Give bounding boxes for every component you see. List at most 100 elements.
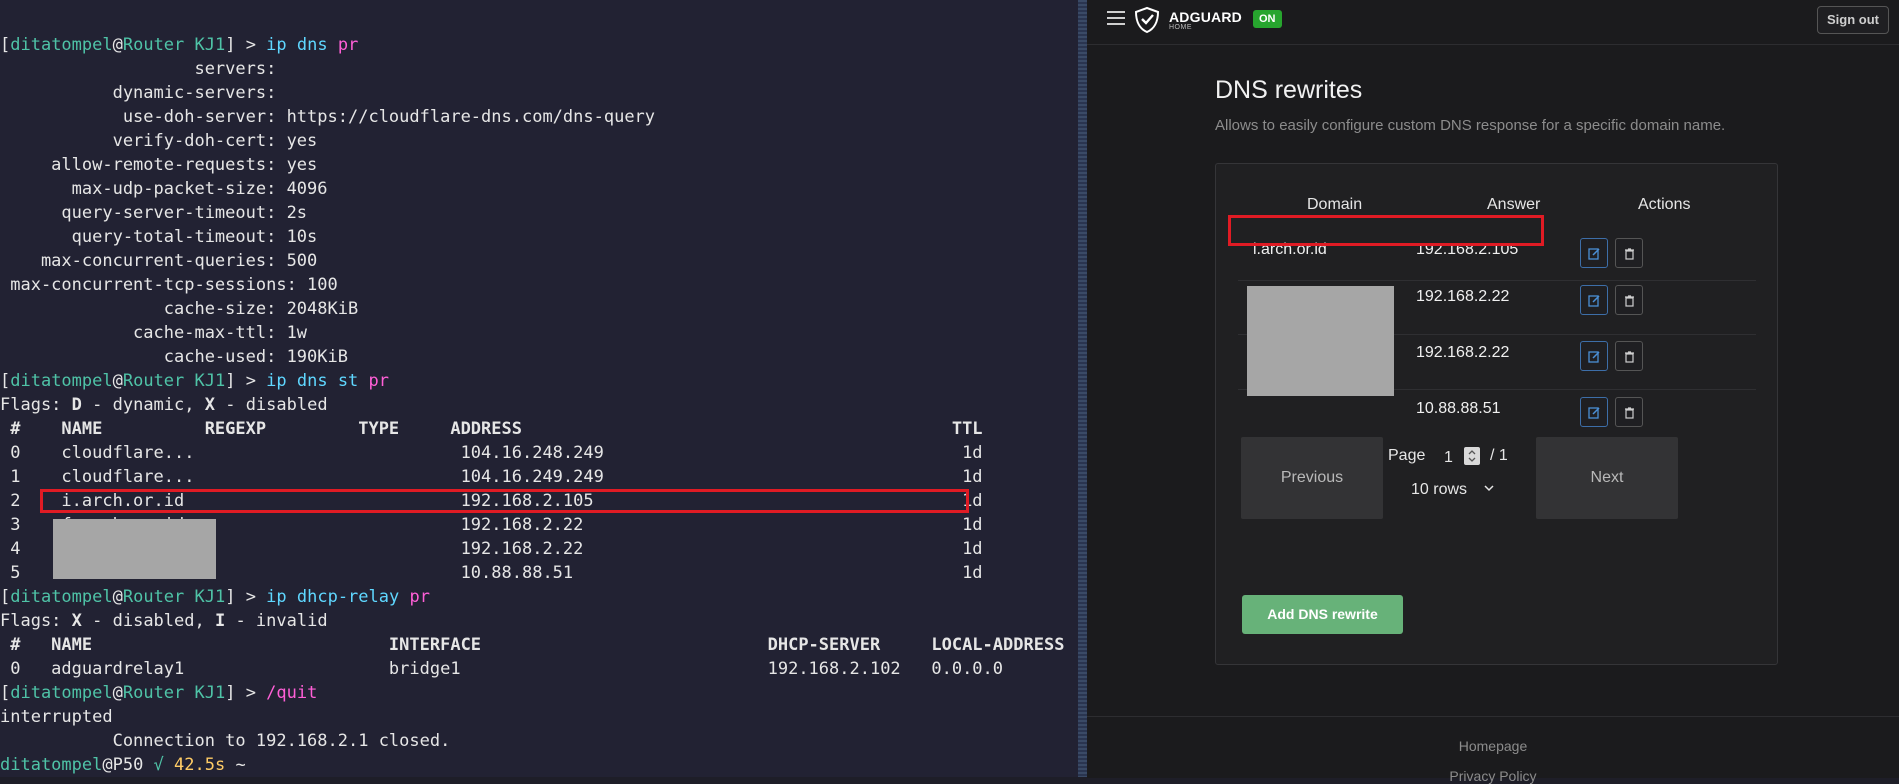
terminal-text: 1 cloudflare... 104.16.249.249 1d [0, 467, 983, 487]
prompt-host: Router KJ1 [122, 35, 226, 55]
terminal-line: dynamic-servers: [0, 81, 277, 105]
terminal-text: cache-used: 190KiB [0, 347, 348, 367]
edit-button[interactable] [1580, 238, 1608, 268]
terminal-line: allow-remote-requests: yes [0, 153, 317, 177]
delete-button[interactable] [1615, 397, 1643, 427]
terminal-line: max-concurrent-queries: 500 [0, 249, 317, 273]
prompt-at: @ [112, 35, 123, 55]
prompt-bracket: [ [0, 371, 11, 391]
terminal-line: Flags: D - dynamic, X - disabled [0, 393, 328, 417]
prompt-bracket: [ [0, 683, 11, 703]
prompt-host: Router KJ1 [122, 683, 226, 703]
terminal-line: max-concurrent-tcp-sessions: 100 [0, 273, 338, 297]
column-header-answer[interactable]: Answer [1487, 196, 1540, 214]
chevron-down-icon [1484, 485, 1495, 492]
edit-icon [1588, 407, 1600, 419]
shell-user: ditatompel [0, 755, 103, 775]
page-spinner[interactable] [1464, 447, 1480, 465]
delete-button[interactable] [1615, 238, 1643, 268]
header: ADGUARD HOME ON Sign out [1087, 0, 1899, 45]
rows-per-page-select[interactable]: 10 rows [1411, 481, 1495, 499]
privacy-policy-link[interactable]: Privacy Policy [1087, 768, 1899, 784]
flag-code: I [214, 611, 226, 631]
shell-status: √ [143, 755, 175, 775]
domain-redaction [1247, 286, 1394, 396]
column-header-domain[interactable]: Domain [1307, 196, 1362, 214]
rewrites-card: Domain Answer Actions i.arch.or.id 192.1… [1215, 163, 1778, 665]
prompt-bracket: [ [0, 35, 11, 55]
flag-description: - disabled, [81, 611, 215, 631]
terminal-text: cache-max-ttl: 1w [0, 323, 308, 343]
prompt-host: Router KJ1 [122, 371, 226, 391]
flag-code: D [71, 395, 82, 415]
terminal-line: query-server-timeout: 2s [0, 201, 307, 225]
terminal-text: max-concurrent-tcp-sessions: 100 [0, 275, 338, 295]
terminal-line: 1 cloudflare... 104.16.249.249 1d [0, 465, 983, 489]
terminal-argument: pr [368, 371, 390, 391]
terminal-line: [ditatompel@Router KJ1] > ip dns pr [0, 33, 358, 57]
prompt-user: ditatompel [10, 35, 113, 55]
menu-icon[interactable] [1107, 11, 1125, 25]
prompt-bracket: [ [0, 587, 11, 607]
footer: Homepage Privacy Policy [1087, 716, 1899, 784]
sign-out-button[interactable]: Sign out [1817, 6, 1889, 34]
terminal-argument: pr [409, 587, 430, 607]
trash-icon [1625, 407, 1634, 419]
prompt-at: @ [112, 371, 123, 391]
homepage-link[interactable]: Homepage [1087, 738, 1899, 754]
page-total: / 1 [1490, 447, 1508, 464]
terminal-text: verify-doh-cert: yes [0, 131, 318, 151]
prompt-user: ditatompel [10, 587, 113, 607]
prompt-tail: ] > [225, 371, 267, 391]
terminal-line: 0 cloudflare... 104.16.248.249 1d [0, 441, 983, 465]
edit-button[interactable] [1580, 341, 1608, 371]
table-row: 10.88.88.51 [1238, 389, 1756, 444]
flag-description: - invalid [225, 611, 328, 631]
terminal-line: [ditatompel@Router KJ1] > ip dhcp-relay … [0, 585, 430, 609]
terminal-line: # NAME REGEXP TYPE ADDRESS TTL [0, 417, 983, 441]
trash-icon [1625, 248, 1634, 260]
terminal-text: query-server-timeout: 2s [0, 203, 308, 223]
terminal-line: interrupted [0, 705, 113, 729]
terminal-text: Connection to 192.168.2.1 closed. [0, 731, 451, 751]
shell-cwd: ~ [225, 755, 246, 775]
prompt-at: @ [112, 683, 123, 703]
terminal-line: 0 adguardrelay1 bridge1 192.168.2.102 0.… [0, 657, 1003, 681]
pane-divider[interactable] [1078, 0, 1087, 777]
edit-button[interactable] [1580, 397, 1608, 427]
terminal-line: Flags: X - disabled, I - invalid [0, 609, 328, 633]
terminal-argument: /quit [266, 683, 318, 703]
terminal-text: dynamic-servers: [0, 83, 277, 103]
flag-code: X [71, 611, 82, 631]
brand-subtitle: HOME [1169, 24, 1192, 31]
terminal-line: cache-used: 190KiB [0, 345, 348, 369]
delete-button[interactable] [1615, 341, 1643, 371]
terminal-text: query-total-timeout: 10s [0, 227, 318, 247]
next-button[interactable]: Next [1536, 437, 1678, 519]
flag-code: X [204, 395, 215, 415]
terminal-command: ip dns [266, 35, 338, 55]
terminal-line: verify-doh-cert: yes [0, 129, 318, 153]
terminal-window[interactable]: [ditatompel@Router KJ1] > ip dns pr serv… [0, 0, 1078, 777]
terminal-line: cache-max-ttl: 1w [0, 321, 307, 345]
table-header: # NAME REGEXP TYPE ADDRESS TTL [0, 419, 983, 439]
previous-button[interactable]: Previous [1241, 437, 1383, 519]
terminal-line: [ditatompel@Router KJ1] > /quit [0, 681, 317, 705]
status-badge: ON [1253, 10, 1282, 28]
terminal-line: servers: [0, 57, 276, 81]
terminal-line: cache-size: 2048KiB [0, 297, 358, 321]
prompt-tail: ] > [225, 683, 267, 703]
add-dns-rewrite-button[interactable]: Add DNS rewrite [1242, 595, 1403, 634]
terminal-text: 0 cloudflare... 104.16.248.249 1d [0, 443, 983, 463]
terminal-line: ditatompel@P50 √ 42.5s ~ [0, 753, 246, 777]
prompt-host: Router KJ1 [122, 587, 226, 607]
terminal-line: use-doh-server: https://cloudflare-dns.c… [0, 105, 655, 129]
brand-name: ADGUARD [1169, 9, 1242, 25]
terminal-redaction [53, 519, 216, 579]
terminal-text: max-concurrent-queries: 500 [0, 251, 318, 271]
prompt-user: ditatompel [10, 371, 113, 391]
rows-per-page-value: 10 rows [1411, 481, 1468, 498]
edit-button[interactable] [1580, 285, 1608, 315]
delete-button[interactable] [1615, 285, 1643, 315]
terminal-command: ip dns st [266, 371, 369, 391]
